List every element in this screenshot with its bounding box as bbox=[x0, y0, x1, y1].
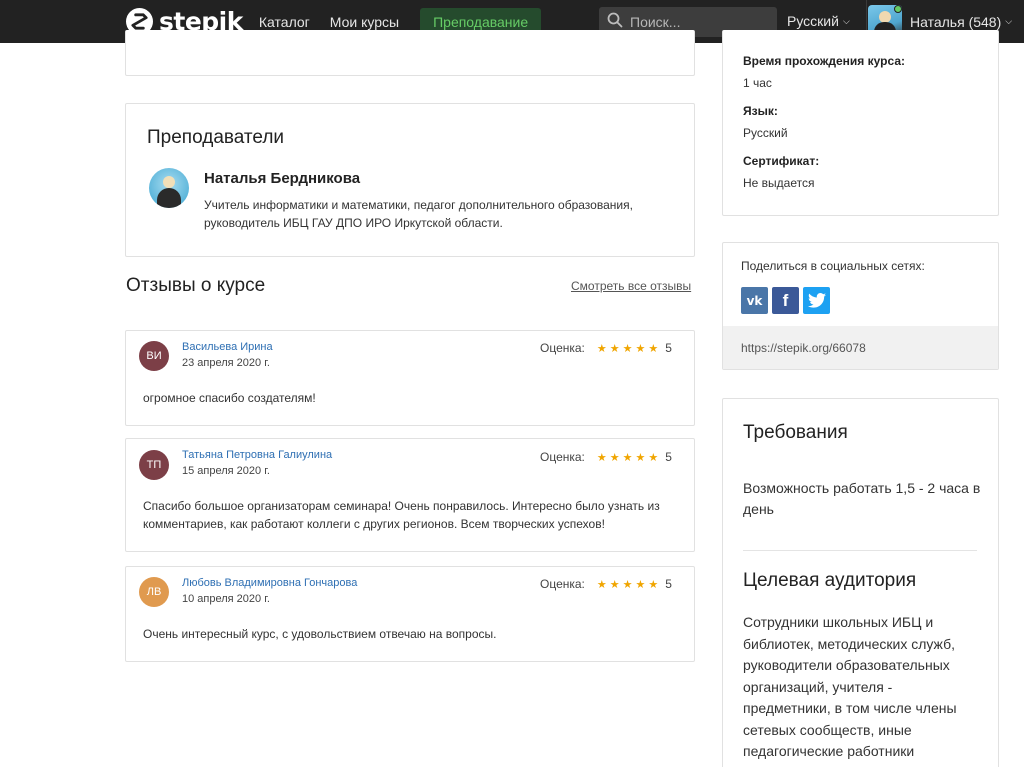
vk-icon[interactable]: vk bbox=[741, 287, 768, 314]
requirements-text: Возможность работать 1,5 - 2 часа в день bbox=[743, 480, 981, 517]
review-author[interactable]: Любовь Владимировна Гончарова bbox=[182, 577, 357, 589]
language-label: Русский bbox=[787, 13, 839, 29]
review-date: 23 апреля 2020 г. bbox=[182, 357, 270, 369]
rating-score: 5 bbox=[665, 450, 672, 464]
star-icon: ★★★★★ bbox=[596, 578, 662, 591]
requirements-title: Требования bbox=[743, 422, 848, 443]
rating-label: Оценка: bbox=[540, 341, 585, 355]
certificate-label: Сертификат: bbox=[743, 154, 820, 168]
language-selector[interactable]: Русский ⌵ bbox=[787, 13, 850, 29]
rating-score: 5 bbox=[665, 577, 672, 591]
teacher-description: Учитель информатики и математики, педаго… bbox=[204, 198, 633, 230]
vk-label: vk bbox=[746, 293, 763, 308]
review-rating: Оценка: ★★★★★ 5 bbox=[540, 341, 672, 355]
divider bbox=[743, 550, 977, 551]
share-url[interactable]: https://stepik.org/66078 bbox=[723, 326, 998, 369]
review-text: огромное спасибо создателям! bbox=[143, 391, 316, 405]
reviews-title: Отзывы о курсе bbox=[126, 275, 266, 296]
star-icon: ★★★★★ bbox=[596, 342, 662, 355]
certificate-value: Не выдается bbox=[743, 176, 815, 190]
review-author[interactable]: Васильева Ирина bbox=[182, 341, 273, 353]
user-name-label: Наталья (548) ⌵ bbox=[910, 14, 1012, 30]
facebook-label: f bbox=[782, 290, 789, 310]
online-indicator-icon bbox=[894, 4, 902, 13]
review-date: 15 апреля 2020 г. bbox=[182, 465, 270, 477]
audience-text: Сотрудники школьных ИБЦ и библиотек, мет… bbox=[743, 614, 957, 759]
share-title: Поделиться в социальных сетях: bbox=[741, 259, 925, 273]
nav-catalog[interactable]: Каталог bbox=[259, 14, 310, 30]
review-avatar[interactable]: ВИ bbox=[139, 341, 169, 371]
user-name: Наталья (548) bbox=[910, 13, 1002, 30]
rating-label: Оценка: bbox=[540, 577, 585, 591]
language-label: Язык: bbox=[743, 104, 778, 118]
review-text: Очень интересный курс, с удовольствием о… bbox=[143, 627, 497, 641]
teacher-avatar[interactable] bbox=[149, 168, 189, 208]
chevron-down-icon: ⌵ bbox=[1005, 16, 1013, 26]
review-rating: Оценка: ★★★★★ 5 bbox=[540, 577, 672, 591]
duration-label: Время прохождения курса: bbox=[743, 54, 905, 68]
nav-my-courses[interactable]: Мои курсы bbox=[330, 14, 399, 30]
review-rating: Оценка: ★★★★★ 5 bbox=[540, 450, 672, 464]
review-author[interactable]: Татьяна Петровна Галиулина bbox=[182, 449, 332, 461]
teacher-name[interactable]: Наталья Бердникова bbox=[204, 170, 360, 187]
review-avatar[interactable]: ТП bbox=[139, 450, 169, 480]
review-date: 10 апреля 2020 г. bbox=[182, 593, 270, 605]
facebook-icon[interactable]: f bbox=[772, 287, 799, 314]
teachers-title: Преподаватели bbox=[147, 127, 285, 148]
rating-score: 5 bbox=[665, 341, 672, 355]
audience-title: Целевая аудитория bbox=[743, 570, 917, 591]
rating-label: Оценка: bbox=[540, 450, 585, 464]
twitter-icon[interactable] bbox=[803, 287, 830, 314]
review-avatar[interactable]: ЛВ bbox=[139, 577, 169, 607]
language-value: Русский bbox=[743, 126, 788, 140]
see-all-reviews-link[interactable]: Смотреть все отзывы bbox=[571, 279, 691, 293]
search-input[interactable] bbox=[630, 14, 770, 30]
star-icon: ★★★★★ bbox=[596, 451, 662, 464]
duration-value: 1 час bbox=[743, 76, 772, 90]
review-text: Спасибо большое организаторам семинара! … bbox=[143, 499, 660, 531]
previous-section-card bbox=[125, 30, 695, 76]
chevron-down-icon: ⌵ bbox=[842, 15, 850, 26]
